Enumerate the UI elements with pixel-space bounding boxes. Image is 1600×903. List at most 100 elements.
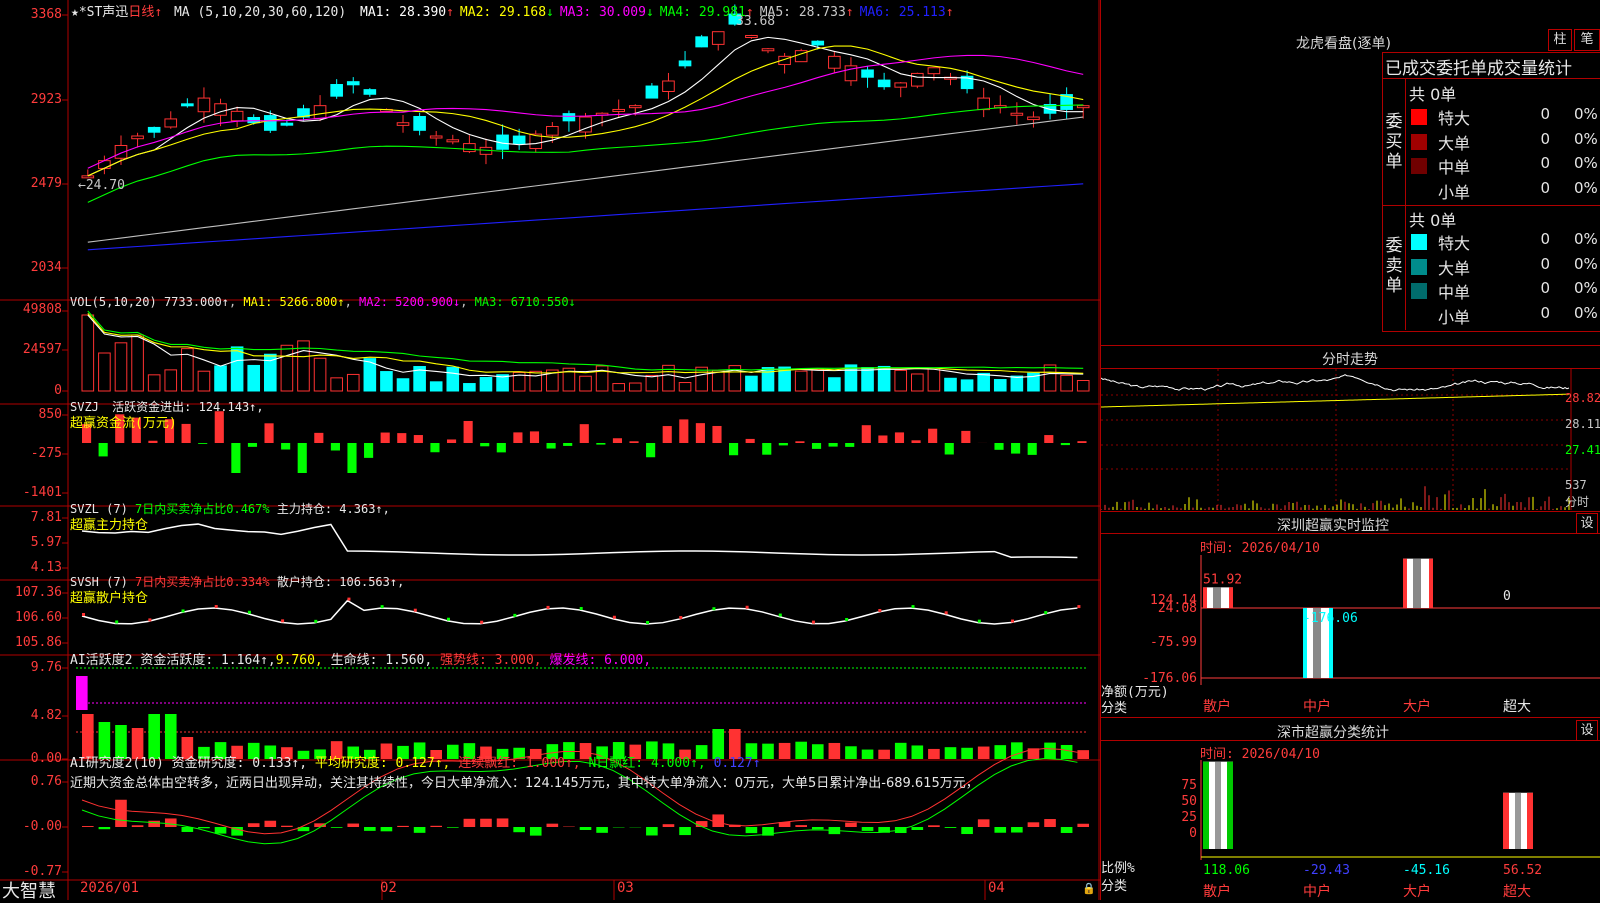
research-bar [447, 827, 459, 828]
volume-bar [1044, 365, 1056, 391]
fund-flow-bar [1028, 443, 1037, 455]
activity-bar [862, 750, 874, 759]
candle-body [613, 109, 625, 111]
volume-bar [99, 353, 111, 391]
fund-flow-bar [314, 433, 323, 443]
retail-holding-dot [712, 607, 715, 610]
vol-ma3: MA3: 6710.550↓ [475, 295, 576, 309]
vol-ma2: MA2: 5200.900↓ [359, 295, 460, 309]
monitor-value-label: -176.06 [1303, 611, 1358, 626]
fund-flow-bar [779, 443, 788, 445]
monitor-bar-edge [1203, 587, 1207, 608]
activity-bar [1077, 750, 1089, 759]
vol-axis-label: 24597 [0, 342, 62, 357]
stats-bar-edge [1203, 762, 1209, 849]
fund-flow-bar [862, 425, 871, 443]
activity-bar [845, 746, 857, 759]
candle-body [629, 106, 641, 108]
research-bar [812, 827, 824, 829]
stats-value-label: 56.52 [1503, 863, 1542, 878]
candle-body [679, 61, 691, 66]
fund-flow-bar [99, 443, 108, 456]
volume-bar [331, 378, 343, 391]
candle-body [663, 81, 675, 91]
research-bar [513, 827, 525, 832]
research-bar [945, 827, 957, 828]
volume-bar [381, 372, 393, 391]
activity-bar [1061, 745, 1073, 759]
research-bar [264, 821, 276, 827]
order-row-name: 大单 [1438, 255, 1470, 279]
research-bar [712, 814, 724, 827]
ai1-t2: 9.760, [276, 653, 323, 668]
ai2-header: AI研究度2(10) 资金研究度: 0.133↑, 平均研究度: 0.127↑,… [70, 752, 761, 771]
order-row-percent: 0% [1574, 304, 1598, 322]
ma-header: MA (5,10,20,30,60,120) [174, 5, 346, 20]
order-row-value: 0 [1530, 230, 1550, 248]
research-bar [381, 827, 393, 831]
monitor-bar-edge [1229, 587, 1233, 608]
volume-bar [314, 358, 326, 391]
svzl-text1: 7日内买卖净占比0.467% [135, 502, 270, 516]
retail-holding-dot [679, 616, 682, 619]
fund-flow-bar [447, 439, 456, 443]
retail-holding-dot [148, 618, 151, 621]
research-bar [994, 827, 1006, 833]
fund-flow-bar [895, 432, 904, 443]
svsh-text1: 7日内买卖净占比0.334% [135, 575, 270, 589]
fund-flow-bar [812, 443, 821, 449]
monitor-category-label: 分类 [1101, 697, 1127, 716]
monitor-value-label: 0 [1503, 589, 1511, 604]
stats-settings-button[interactable]: 设 [1576, 720, 1598, 741]
retail-holding-dot [115, 620, 118, 623]
date-label: 02 [380, 880, 397, 896]
activity-bar [945, 747, 957, 759]
intraday-chart[interactable] [1101, 369, 1600, 510]
volume-bar [397, 379, 409, 391]
volume-bar [115, 343, 127, 391]
volume-bar [464, 384, 476, 391]
intraday-title: 分时走势 [1322, 349, 1378, 369]
retail-holding-dot [613, 616, 616, 619]
monitor-title: 深圳超赢实时监控 [1277, 515, 1389, 535]
sell-orders-label: 委卖单 [1384, 236, 1404, 296]
fund-flow-bar [1061, 443, 1070, 445]
volume-bar [1011, 376, 1023, 391]
order-color-swatch [1411, 109, 1427, 125]
fund-flow-bar [928, 429, 937, 443]
price-axis-label: 2923 [0, 92, 62, 107]
monitor-settings-button[interactable]: 设 [1576, 513, 1598, 534]
volume-bar [994, 380, 1006, 391]
candle-body [1028, 117, 1040, 120]
research-bar [331, 827, 343, 828]
fund-flow-bar [480, 443, 489, 446]
monitor-category-label: 超大 [1503, 699, 1531, 715]
ma-arrow: ↑ [846, 5, 854, 20]
volume-bar [215, 366, 227, 391]
brand-logo: 大智慧 [2, 877, 56, 903]
lock-icon[interactable]: 🔒 [1082, 882, 1096, 895]
ma-value-6: MA6: 25.113 [860, 5, 946, 20]
volume-bar [878, 366, 890, 391]
svzj-axis-label: -275 [0, 446, 62, 461]
fund-flow-bar [547, 443, 556, 449]
candle-body [148, 127, 160, 132]
fund-flow-bar [762, 443, 771, 455]
fund-flow-bar [878, 435, 887, 443]
stats-bar-shade [1515, 793, 1521, 849]
retail-holding-dot [812, 621, 815, 624]
volume-bar [447, 367, 459, 391]
tick-mode-button[interactable]: 笔 [1574, 29, 1600, 51]
fund-flow-bar [248, 443, 257, 447]
ai2-t3: 连续飘红: 1.000↑, [458, 756, 580, 771]
retail-holding-dot [182, 609, 185, 612]
ai1-t4: 强势线: 3.000, [440, 653, 542, 668]
order-color-swatch [1411, 259, 1427, 275]
research-bar [248, 823, 260, 827]
column-mode-button[interactable]: 柱 [1548, 29, 1572, 51]
volume-bar [480, 377, 492, 391]
fund-flow-bar [629, 441, 638, 443]
ai1-t1: 资金活跃度: 1.164↑, [140, 653, 275, 668]
ai1-t5: 爆发线: 6.000, [549, 653, 651, 668]
order-row-value: 0 [1530, 255, 1550, 273]
